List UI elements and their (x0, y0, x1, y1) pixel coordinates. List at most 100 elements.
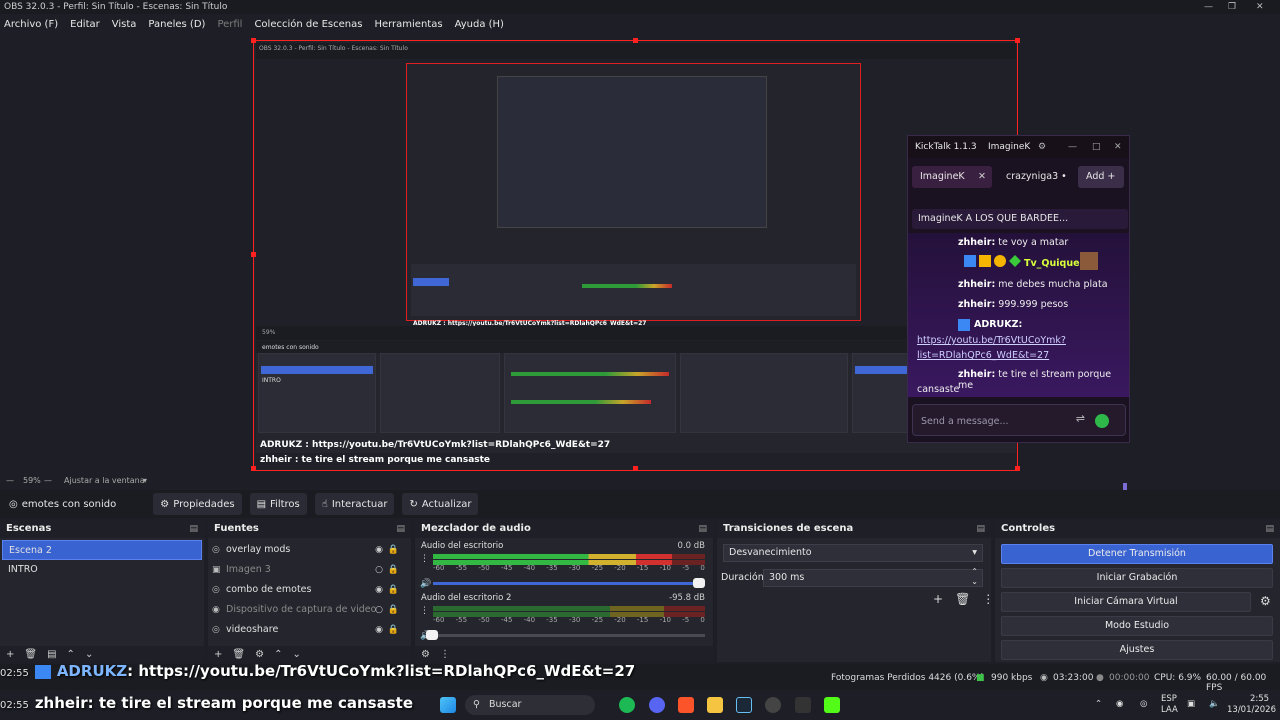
eye-off-icon[interactable]: ○ (375, 560, 383, 580)
chat-link[interactable]: list=RDlahQPc6_WdE&t=27 (917, 350, 1049, 361)
language-bottom[interactable]: LAA (1161, 705, 1178, 715)
kebab-menu-icon[interactable]: ⋮ (982, 592, 994, 606)
tab-imaginek[interactable]: ImagineK ✕ (912, 166, 992, 188)
add-icon[interactable]: + (933, 592, 943, 606)
chevron-down-icon[interactable]: ▾ (143, 474, 147, 488)
source-item[interactable]: ◎ videoshare ◉ 🔒 (208, 620, 411, 640)
eye-off-icon[interactable]: ○ (375, 600, 383, 620)
gear-icon[interactable]: ⚙ (255, 649, 264, 660)
kebab-menu-icon[interactable]: ⋮ (420, 554, 429, 564)
source-item[interactable]: ▣ Imagen 3 ○ 🔒 (208, 560, 411, 580)
lock-icon[interactable]: 🔒 (388, 540, 399, 560)
menu-ayuda[interactable]: Ayuda (H) (455, 19, 504, 30)
menu-vista[interactable]: Vista (112, 19, 137, 30)
lock-icon[interactable]: 🔒 (388, 620, 399, 640)
minimize-icon[interactable]: — (1204, 0, 1213, 14)
interact-button[interactable]: ☝ Interactuar (314, 493, 395, 515)
duration-input[interactable]: 300 ms ⌃ ⌄ (763, 567, 983, 587)
obs-icon[interactable] (765, 697, 781, 713)
handle-top-left[interactable] (251, 38, 256, 43)
up-icon[interactable]: ⌃ (67, 649, 75, 660)
chat-input[interactable] (921, 413, 1051, 429)
transition-select[interactable]: Desvanecimiento ▾ (723, 544, 983, 562)
filter-icon[interactable]: ▤ (47, 649, 56, 660)
handle-bottom-left[interactable] (251, 466, 256, 471)
maximize-icon[interactable]: □ (1092, 142, 1101, 152)
trash-icon[interactable]: 🗑 (232, 649, 245, 660)
refresh-button[interactable]: ↻ Actualizar (402, 493, 479, 515)
gear-icon[interactable]: ⚙ (1260, 594, 1271, 608)
wifi-icon[interactable]: ◉ (1116, 699, 1123, 709)
lock-icon[interactable]: 🔒 (388, 560, 399, 580)
handle-mid-left[interactable] (251, 252, 256, 257)
dock-menu-icon[interactable]: ▤ (698, 520, 707, 538)
spotify-icon[interactable] (619, 697, 635, 713)
stop-stream-button[interactable]: Detener Transmisión (1001, 544, 1273, 564)
windows-start-icon[interactable] (440, 697, 456, 713)
menu-archivo[interactable]: Archivo (F) (4, 19, 58, 30)
down-icon[interactable]: ⌄ (292, 649, 300, 660)
dock-menu-icon[interactable]: ▤ (396, 520, 405, 538)
kebab-menu-icon[interactable]: ⋮ (420, 606, 429, 616)
spinner-icon[interactable]: ⌃ ⌄ (971, 567, 978, 587)
settings-button[interactable]: Ajustes (1001, 640, 1273, 660)
close-icon[interactable]: ✕ (1256, 0, 1264, 14)
handle-bottom-mid[interactable] (633, 466, 638, 471)
add-tab-button[interactable]: Add + (1078, 166, 1124, 188)
close-icon[interactable]: ✕ (1114, 142, 1122, 152)
properties-button[interactable]: ⚙ Propiedades (153, 493, 242, 515)
pinned-message[interactable]: ImagineK A LOS QUE BARDEE... (912, 209, 1128, 229)
settings-icon[interactable]: ⚙ (1038, 142, 1046, 152)
add-icon[interactable]: + (214, 649, 222, 660)
handle-bottom-right[interactable] (1015, 466, 1020, 471)
handle-top-right[interactable] (1015, 38, 1020, 43)
source-item[interactable]: ◉ Dispositivo de captura de video ○ 🔒 (208, 600, 411, 620)
studio-mode-button[interactable]: Modo Estudio (1001, 616, 1273, 636)
minus-icon[interactable]: — (44, 474, 52, 488)
close-tab-icon[interactable]: ✕ (978, 166, 986, 188)
menu-paneles[interactable]: Paneles (D) (148, 19, 205, 30)
kebab-menu-icon[interactable]: ⋮ (440, 649, 450, 660)
tray-chevron-icon[interactable]: ⌃ (1095, 699, 1102, 709)
lock-icon[interactable]: 🔒 (388, 580, 399, 600)
preview-canvas[interactable]: OBS 32.0.3 - Perfil: Sin Título - Escena… (253, 40, 1018, 471)
kick-icon[interactable] (824, 697, 840, 713)
tab-crazyniga3[interactable]: crazyniga3 • (998, 166, 1074, 188)
trash-icon[interactable]: 🗑 (955, 592, 970, 606)
add-icon[interactable]: + (6, 649, 14, 660)
menu-herramientas[interactable]: Herramientas (374, 19, 442, 30)
fit-window-select[interactable]: Ajustar a la ventana (64, 474, 145, 488)
brave-icon[interactable] (678, 697, 694, 713)
taskbar-search[interactable]: ⚲ Buscar (465, 695, 595, 715)
translate-icon[interactable]: ⇌ (1076, 412, 1085, 425)
folder-icon[interactable] (707, 697, 723, 713)
dock-menu-icon[interactable]: ▤ (1265, 520, 1274, 538)
eye-icon[interactable]: ◉ (375, 620, 383, 640)
scene-item[interactable]: Escena 2 (2, 540, 202, 560)
volume-icon[interactable]: 🔈 (1209, 699, 1220, 709)
start-recording-button[interactable]: Iniciar Grabación (1001, 568, 1273, 588)
minus-icon[interactable]: — (6, 474, 14, 488)
steam-icon[interactable] (736, 697, 752, 713)
maximize-icon[interactable]: ❐ (1228, 0, 1236, 14)
scene-item[interactable]: INTRO (2, 560, 202, 580)
menu-coleccion[interactable]: Colección de Escenas (254, 19, 362, 30)
volume-slider[interactable] (433, 578, 705, 588)
chat-link[interactable]: https://youtu.be/Tr6VtUCoYmk? (917, 335, 1066, 346)
source-item[interactable]: ◎ overlay mods ◉ 🔒 (208, 540, 411, 560)
clock-date[interactable]: 13/01/2026 (1227, 705, 1276, 715)
volume-slider[interactable] (426, 630, 705, 640)
eye-icon[interactable]: ◉ (375, 580, 383, 600)
discord-icon[interactable] (649, 697, 665, 713)
gear-icon[interactable]: ⚙ (421, 649, 430, 660)
menu-editar[interactable]: Editar (70, 19, 100, 30)
mic-icon[interactable]: ◎ (1140, 699, 1147, 709)
dock-menu-icon[interactable]: ▤ (976, 520, 985, 538)
filters-button[interactable]: ▤ Filtros (249, 493, 307, 515)
start-virtual-camera-button[interactable]: Iniciar Cámara Virtual (1001, 592, 1251, 612)
dock-menu-icon[interactable]: ▤ (189, 520, 198, 538)
emote-picker-icon[interactable] (1095, 414, 1109, 428)
clock-time[interactable]: 2:55 (1250, 694, 1269, 704)
source-item[interactable]: ◎ combo de emotes ◉ 🔒 (208, 580, 411, 600)
up-icon[interactable]: ⌃ (274, 649, 282, 660)
